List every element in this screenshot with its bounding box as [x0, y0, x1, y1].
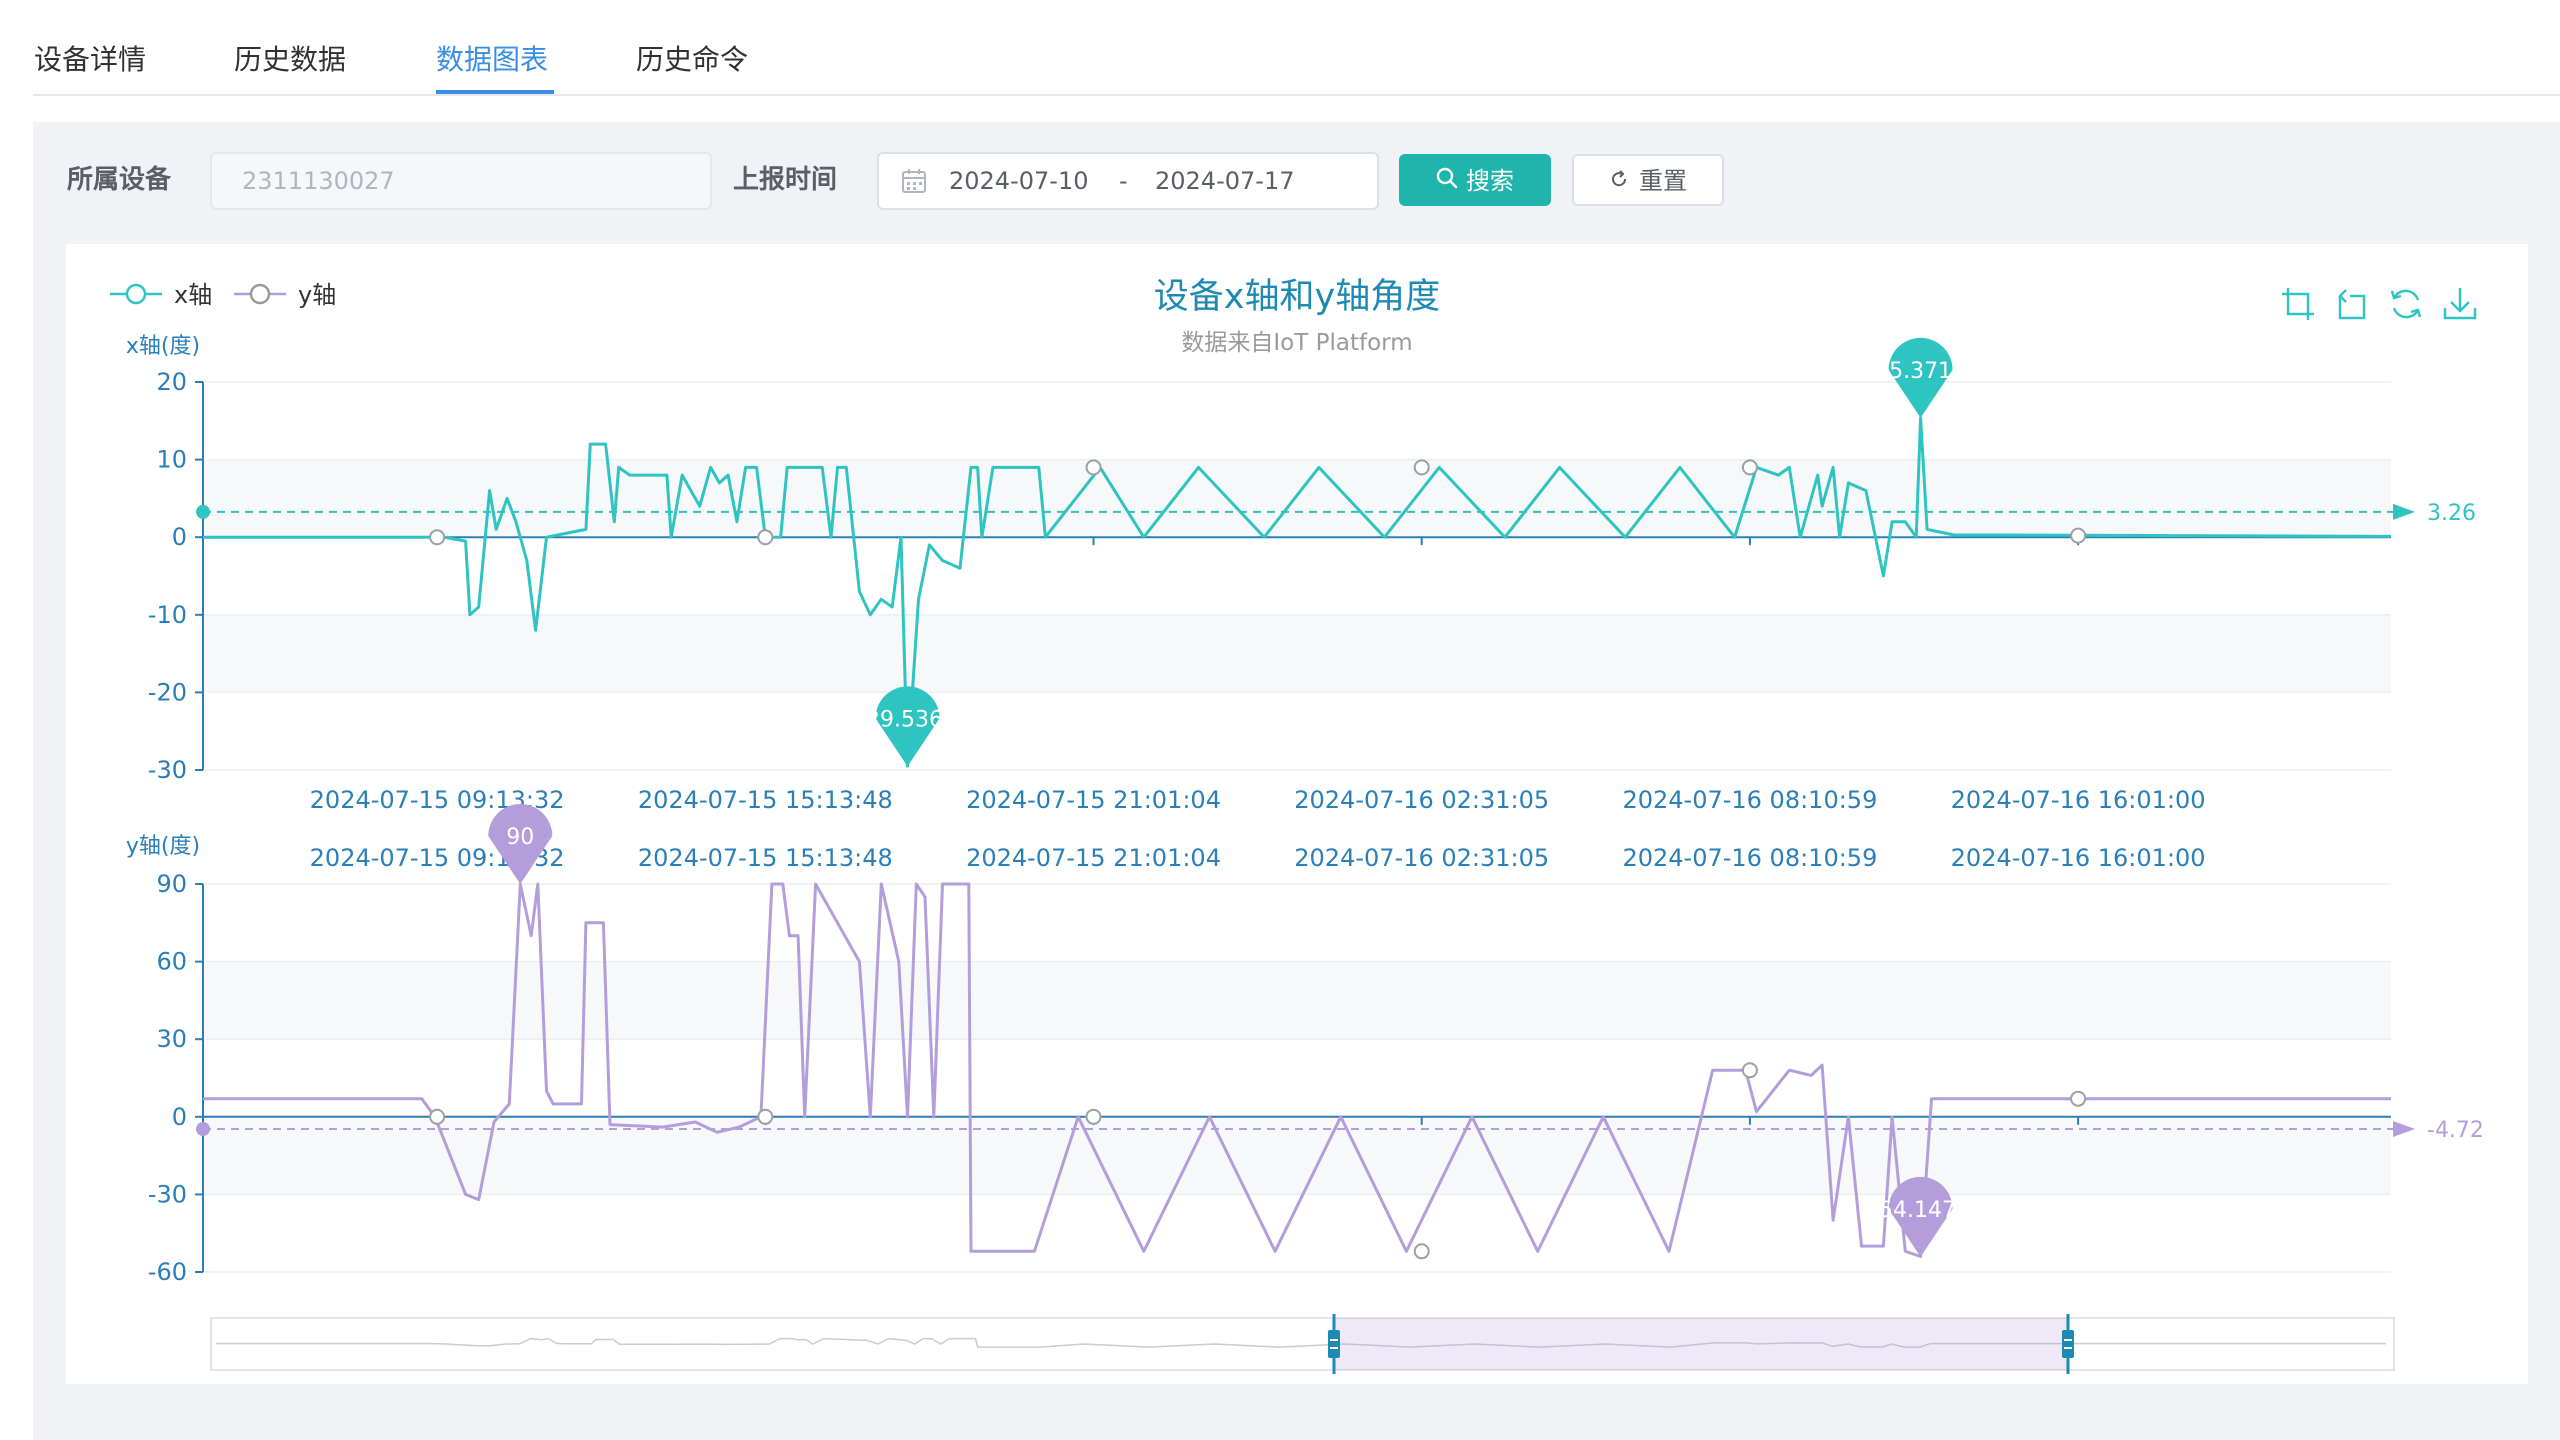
y-panel-xtick: 2024-07-16 02:31:05: [1294, 844, 1549, 872]
y-tick-label: -30: [148, 1180, 187, 1208]
x-panel-xtick: 2024-07-15 21:01:04: [966, 786, 1221, 814]
data-point-marker: [1413, 459, 1430, 476]
data-point-marker: [1741, 459, 1758, 476]
legend-label-x: x轴: [174, 281, 212, 309]
calendar-icon: [901, 168, 927, 198]
y-tick-label: 20: [156, 368, 187, 396]
download-icon[interactable]: [2442, 286, 2478, 322]
y-tick-label: -10: [148, 601, 187, 629]
grid-band: [203, 1039, 2391, 1117]
data-point-marker: [1085, 459, 1102, 476]
data-zoom-window[interactable]: [1334, 1318, 2068, 1370]
y-panel-yticks: 90 60 30 0 -30 -60: [148, 870, 203, 1286]
y-panel-xtick: 2024-07-15 21:01:04: [966, 844, 1221, 872]
legend-item-y[interactable]: y轴: [234, 281, 336, 309]
device-label: 所属设备: [67, 165, 172, 195]
x-panel-bands: [202, 381, 2391, 771]
x-min-label: -29.5369: [858, 707, 957, 732]
x-max-label: 15.3714: [1875, 359, 1966, 384]
refresh-icon: [1609, 157, 1629, 205]
grid-band: [203, 459, 2391, 538]
x-panel-ylabel: x轴(度): [126, 334, 200, 359]
device-input[interactable]: [212, 154, 710, 208]
chart-title: 设备x轴和y轴角度: [1154, 277, 1440, 317]
data-point-marker: [1413, 1243, 1430, 1260]
data-point-marker: [757, 529, 774, 546]
search-icon: [1436, 157, 1458, 205]
tab-divider: [33, 94, 2560, 96]
y-tick-label: 10: [156, 446, 187, 474]
y-panel-xtick: 2024-07-16 16:01:00: [1951, 844, 2206, 872]
angle-chart[interactable]: x轴 y轴 设备x轴和y轴角度 数据来自IoT Platform x轴(度) 2…: [66, 244, 2528, 1384]
mean-arrow: [2393, 1121, 2415, 1138]
grid-band: [203, 884, 2391, 962]
y-tick-label: -30: [148, 756, 187, 784]
tab-device-details[interactable]: 设备详情: [34, 40, 146, 80]
mean-arrow: [2393, 503, 2415, 520]
x-panel-yticks: 20 10 0 -10 -20 -30: [148, 368, 203, 784]
tab-bar: 设备详情 历史数据 数据图表 历史命令: [0, 0, 2560, 96]
tab-history-data[interactable]: 历史数据: [234, 40, 346, 80]
data-point-marker: [429, 529, 446, 546]
zoom-select-icon[interactable]: [2280, 286, 2316, 322]
grid-band: [203, 961, 2391, 1040]
x-panel-xtick: 2024-07-16 08:10:59: [1622, 786, 1877, 814]
y-tick-label: 30: [156, 1025, 187, 1053]
restore-icon[interactable]: [2388, 286, 2424, 322]
reset-button[interactable]: 重置: [1572, 154, 1724, 206]
y-panel-ylabel: y轴(度): [126, 834, 200, 859]
grid-band: [203, 692, 2391, 770]
search-button[interactable]: 搜索: [1399, 154, 1551, 206]
y-panel-bands: [202, 883, 2391, 1273]
legend-item-x[interactable]: x轴: [110, 281, 212, 309]
grid-band: [203, 614, 2391, 693]
legend: x轴 y轴: [110, 281, 336, 309]
y-panel-xticks: 2024-07-15 09:13:32 2024-07-15 15:13:48 …: [310, 844, 2206, 872]
x-panel-xtick: 2024-07-16 02:31:05: [1294, 786, 1549, 814]
y-tick-label: -20: [148, 678, 187, 706]
tab-history-commands[interactable]: 历史命令: [636, 40, 748, 80]
data-zoom-slider[interactable]: [210, 1314, 2395, 1374]
y-tick-label: 0: [172, 523, 187, 551]
y-min-label: -54.1474: [1871, 1198, 1970, 1223]
y-tick-label: -60: [148, 1258, 187, 1286]
data-point-marker: [1085, 1108, 1102, 1125]
x-panel-xticks: 2024-07-15 09:13:32 2024-07-15 15:13:48 …: [310, 786, 2206, 814]
start-date-input[interactable]: 2024-07-10: [949, 154, 1088, 208]
data-point-marker: [2070, 1090, 2087, 1107]
y-tick-label: 0: [172, 1103, 187, 1131]
x-panel-xtick: 2024-07-16 16:01:00: [1951, 786, 2206, 814]
data-point-marker: [757, 1108, 774, 1125]
chart-subtitle: 数据来自IoT Platform: [1181, 330, 1412, 356]
data-point-marker: [1741, 1062, 1758, 1079]
zoom-reset-icon[interactable]: [2334, 286, 2370, 322]
report-time-label: 上报时间: [733, 165, 838, 195]
legend-label-y: y轴: [298, 281, 336, 309]
device-input-wrapper: [210, 152, 712, 210]
y-tick-label: 90: [156, 870, 187, 898]
tab-data-chart[interactable]: 数据图表: [436, 40, 548, 80]
data-point-marker: [2070, 527, 2087, 544]
y-panel-xtick: 2024-07-16 08:10:59: [1622, 844, 1877, 872]
y-mean-label: -4.72: [2427, 1118, 2484, 1143]
y-max-label: 90: [506, 825, 534, 850]
end-date-input[interactable]: 2024-07-17: [1155, 154, 1294, 208]
search-button-label: 搜索: [1466, 167, 1514, 195]
chart-card: x轴 y轴 设备x轴和y轴角度 数据来自IoT Platform x轴(度) 2…: [66, 244, 2528, 1384]
data-point-marker: [429, 1108, 446, 1125]
x-mean-label: 3.26: [2427, 501, 2476, 526]
x-panel-xtick: 2024-07-15 15:13:48: [638, 786, 893, 814]
date-range-picker[interactable]: 2024-07-10 - 2024-07-17: [877, 152, 1379, 210]
grid-band: [203, 382, 2391, 460]
y-panel-xtick: 2024-07-15 15:13:48: [638, 844, 893, 872]
chart-toolbox: [2280, 286, 2478, 322]
range-separator: -: [1119, 167, 1128, 195]
y-tick-label: 60: [156, 948, 187, 976]
reset-button-label: 重置: [1639, 167, 1687, 195]
